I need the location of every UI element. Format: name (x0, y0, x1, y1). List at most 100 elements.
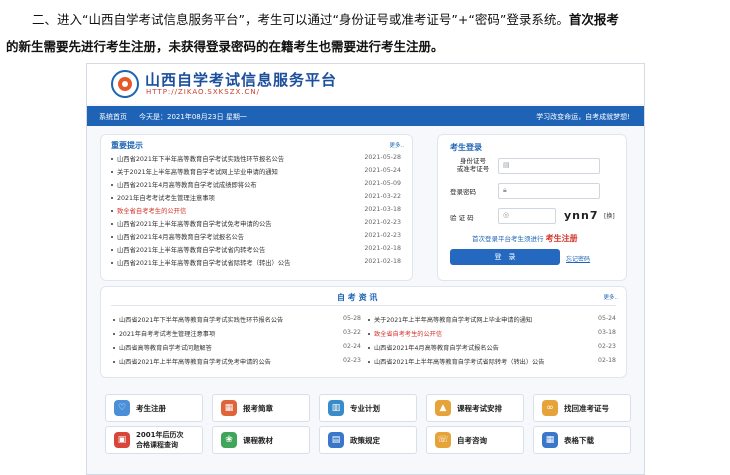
tile-label: 考生注册 (136, 404, 166, 413)
news-panel: 自 考 资 讯 更多.. 山西省2021年下半年高等教育自学考试实践性环节报名公… (100, 286, 627, 378)
captcha-label: 验 证 码 (450, 214, 474, 222)
lock-icon: 🔒︎ (503, 186, 507, 194)
captcha-input[interactable]: ◎ (498, 208, 556, 224)
textbook-tile[interactable]: ❀ 课程教材 (212, 426, 310, 454)
shield-icon: ◎ (503, 211, 510, 219)
password-input[interactable]: 🔒︎ (498, 183, 600, 199)
news-date: 02-24 (343, 343, 361, 350)
notice-text: 山西省2021年上半年高等教育自学考试省内转考公告 (117, 247, 266, 254)
tile-label: 课程教材 (243, 436, 273, 445)
site-logo-icon (111, 70, 139, 98)
news-item[interactable]: 山西省2021年上半年高等教育自学考试免考申请的公告 02-23 (113, 356, 361, 368)
news-item[interactable]: 致全省自考考生的公开信 03-18 (368, 328, 616, 340)
recover-id-tile[interactable]: ∞ 找回准考证号 (533, 394, 631, 422)
notice-item[interactable]: 山西省2021年上半年高等教育自学考试省内转考公告 2021-02-18 (111, 244, 401, 256)
register-tile[interactable]: ♡ 考生注册 (105, 394, 203, 422)
tile-label: 报考简章 (243, 404, 273, 413)
news-text: 山西省高等教育自学考试问题解答 (119, 345, 212, 352)
tile-label-line-1: 2001年后历次 (136, 431, 184, 439)
notice-item[interactable]: 山西省2021年上半年高等教育自学考试省际转考（转出）公告 2021-02-18 (111, 257, 401, 269)
notice-date: 2021-03-18 (364, 206, 401, 213)
captcha-image[interactable]: ynn7 (564, 209, 599, 222)
notice-item[interactable]: 山西省2021年4月高等教育自学考试成绩即将公布 2021-05-09 (111, 179, 401, 191)
policy-tile[interactable]: ▤ 政策规定 (319, 426, 417, 454)
news-item[interactable]: 山西省高等教育自学考试问题解答 02-24 (113, 342, 361, 354)
login-button[interactable]: 登 录 (450, 249, 560, 265)
heart-icon: ♡ (114, 400, 130, 416)
notice-date: 2021-02-18 (364, 258, 401, 265)
news-text: 山西省2021年上半年高等教育自学考试省际转考（转出）公告 (374, 359, 545, 366)
forgot-password-link[interactable]: 忘记密码 (566, 254, 590, 263)
book-icon: ▥ (328, 400, 344, 416)
instruction-normal-text: 二、进入“山西自学考试信息服务平台”，考生可以通过“身份证号或准考证号”+“密码… (32, 12, 569, 27)
news-item[interactable]: 山西省2021年上半年高等教育自学考试省际转考（转出）公告 02-18 (368, 356, 616, 368)
tile-label: 专业计划 (350, 404, 380, 413)
nav-bar: 系统首页 今天是：2021年08月23日 星期一 学习改变命运，自考成就梦想! (87, 106, 644, 126)
table-icon: ▦ (542, 432, 558, 448)
forms-download-tile[interactable]: ▦ 表格下载 (533, 426, 631, 454)
news-more-link[interactable]: 更多.. (604, 293, 619, 301)
notice-text: 山西省2021年4月高等教育自学考试成绩即将公布 (117, 182, 257, 189)
document-icon: ▤ (328, 432, 344, 448)
notice-text: 致全省自考考生的公开信 (117, 208, 187, 215)
graduation-cap-icon: ▲ (435, 400, 451, 416)
tile-label: 表格下载 (564, 436, 594, 445)
course-query-tile[interactable]: ▣ 2001年后历次 合格课程查询 (105, 426, 203, 454)
notice-item[interactable]: 山西省2021年下半年高等教育自学考试实践性环节报名公告 2021-05-28 (111, 153, 401, 165)
news-item[interactable]: 2021年自考考试考生管理注意事项 03-22 (113, 328, 361, 340)
tile-label: 政策规定 (350, 436, 380, 445)
change-captcha-link[interactable]: [换] (604, 211, 615, 220)
id-number-input[interactable]: ▤ (498, 158, 600, 174)
notice-text: 山西省2021年4月高等教育自学考试报名公告 (117, 234, 245, 241)
major-plan-tile[interactable]: ▥ 专业计划 (319, 394, 417, 422)
notice-item[interactable]: 关于2021年上半年高等教育自学考试网上毕业申请的通知 2021-05-24 (111, 166, 401, 178)
instruction-bold-text-2: 的新生需要先进行考生注册，未获得登录密码的在籍考生也需要进行考生注册。 (6, 39, 444, 54)
notice-date: 2021-02-23 (364, 219, 401, 226)
login-panel: 考生登录 身份证号 或准考证号 ▤ 登录密码 🔒︎ 验 证 码 ◎ ynn7 [… (437, 134, 627, 281)
notice-item[interactable]: 山西省2021年上半年高等教育自学考试免考申请的公告 2021-02-23 (111, 218, 401, 230)
id-card-icon: ▤ (503, 161, 510, 169)
notice-item[interactable]: 2021年自考考试考生管理注意事项 2021-03-22 (111, 192, 401, 204)
news-item[interactable]: 关于2021年上半年高等教育自学考试网上毕业申请的通知 05-24 (368, 314, 616, 326)
notice-text: 关于2021年上半年高等教育自学考试网上毕业申请的通知 (117, 169, 278, 176)
consult-tile[interactable]: ☏ 自考咨询 (426, 426, 524, 454)
nav-home-link[interactable]: 系统首页 (99, 112, 127, 122)
instruction-line-1: 二、进入“山西自学考试信息服务平台”，考生可以通过“身份证号或准考证号”+“密码… (6, 6, 724, 33)
notice-date: 2021-03-22 (364, 193, 401, 200)
site-url: HTTP://ZIKAO.SXKSZX.CN/ (146, 88, 261, 96)
instruction-line-2: 的新生需要先进行考生注册，未获得登录密码的在籍考生也需要进行考生注册。 (6, 33, 724, 60)
notice-item[interactable]: 山西省2021年4月高等教育自学考试报名公告 2021-02-23 (111, 231, 401, 243)
news-date: 05-24 (598, 315, 616, 322)
phone-icon: ☏ (435, 432, 451, 448)
textbook-icon: ❀ (221, 432, 237, 448)
nav-slogan: 学习改变命运，自考成就梦想! (536, 113, 630, 121)
id-label: 身份证号 或准考证号 (456, 157, 490, 173)
notice-item[interactable]: 致全省自考考生的公开信 2021-03-18 (111, 205, 401, 217)
news-date: 05-28 (343, 315, 361, 322)
instruction-bold-text: 首次报考 (568, 12, 619, 27)
news-item[interactable]: 山西省2021年4月高等教育自学考试报名公告 02-23 (368, 342, 616, 354)
notices-more-link[interactable]: 更多.. (390, 141, 405, 149)
news-title: 自 考 资 讯 (337, 293, 378, 302)
notice-text: 山西省2021年上半年高等教育自学考试省际转考（转出）公告 (117, 260, 291, 267)
news-text: 山西省2021年4月高等教育自学考试报名公告 (374, 345, 499, 352)
exam-guide-tile[interactable]: ▦ 报考简章 (212, 394, 310, 422)
register-link[interactable]: 考生注册 (546, 234, 578, 243)
news-text: 致全省自考考生的公开信 (374, 331, 443, 338)
news-item[interactable]: 山西省2021年下半年高等教育自学考试实践性环节报名公告 05-28 (113, 314, 361, 326)
exam-schedule-tile[interactable]: ▲ 课程考试安排 (426, 394, 524, 422)
news-text: 关于2021年上半年高等教育自学考试网上毕业申请的通知 (374, 317, 533, 324)
notice-date: 2021-02-18 (364, 245, 401, 252)
register-hint-text: 首次登录平台考生须进行 (472, 235, 544, 243)
important-notices-panel: 重要提示 更多.. 山西省2021年下半年高等教育自学考试实践性环节报名公告 20… (100, 134, 413, 281)
notice-date: 2021-05-24 (364, 167, 401, 174)
notice-date: 2021-05-28 (364, 154, 401, 161)
tile-label: 找回准考证号 (564, 404, 609, 413)
news-text: 山西省2021年下半年高等教育自学考试实践性环节报名公告 (119, 317, 284, 324)
site-header: 山西自学考试信息服务平台 HTTP://ZIKAO.SXKSZX.CN/ (87, 64, 644, 104)
news-divider (111, 305, 616, 306)
news-date: 03-22 (343, 329, 361, 336)
tile-label: 课程考试安排 (457, 404, 502, 413)
tile-label: 自考咨询 (457, 436, 487, 445)
notice-date: 2021-05-09 (364, 180, 401, 187)
